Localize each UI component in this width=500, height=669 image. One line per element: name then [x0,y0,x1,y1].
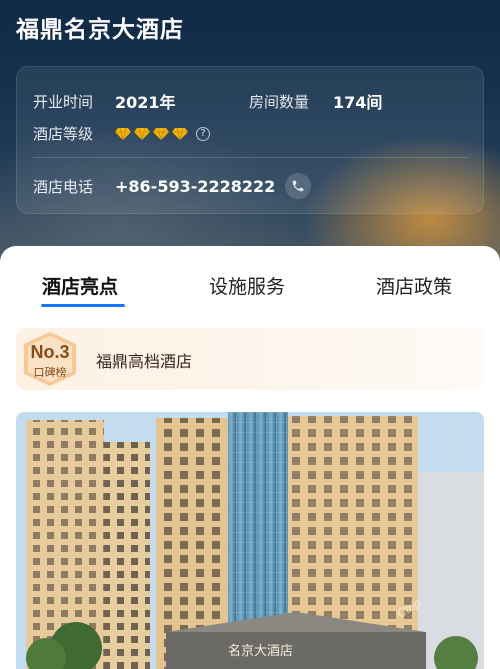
phone-icon[interactable] [285,173,312,199]
phone-label: 酒店电话 [33,177,94,196]
phone-value[interactable]: +86-593-2228222 [115,177,275,196]
tab-facilities[interactable]: 设施服务 [209,272,285,299]
ranking-board-label: 口碑榜 [33,366,67,379]
hotel-detail-panel: 酒店亮点 设施服务 酒店政策 No.3 口碑榜 福鼎高档酒店 名京大酒店 Ctr… [0,246,500,669]
rooms-row: 房间数量 174间 [249,89,382,113]
hotel-name: 福鼎名京大酒店 [16,17,184,43]
ranking-number: No.3 [30,342,70,362]
tab-policies[interactable]: 酒店政策 [376,272,452,299]
hotel-building-illustration: 名京大酒店 Ctrip [16,412,484,669]
rooms-value: 174间 [333,93,383,112]
grade-label: 酒店等级 [33,125,94,143]
ranking-banner[interactable]: No.3 口碑榜 福鼎高档酒店 [16,328,484,390]
hotel-photo[interactable]: 名京大酒店 Ctrip [16,412,484,669]
tab-highlights[interactable]: 酒店亮点 [42,272,118,299]
hotel-info-card: 开业时间 2021年 房间数量 174间 酒店等级 ? 酒店电话 +86-593… [16,66,484,214]
diamond-icon [134,127,150,140]
ranking-text: 福鼎高档酒店 [96,352,193,371]
diamond-icon [172,127,188,140]
ranking-badge: No.3 口碑榜 [16,328,84,390]
opened-row: 开业时间 2021年 [33,89,176,113]
opened-label: 开业时间 [33,92,94,111]
tab-bar: 酒店亮点 设施服务 酒店政策 [0,246,500,316]
diamond-icon [115,127,131,140]
info-divider [33,157,469,158]
diamond-icon [153,127,169,140]
hotel-sign-text: 名京大酒店 [228,643,293,659]
opened-value: 2021年 [115,93,176,112]
rooms-label: 房间数量 [249,92,310,111]
grade-diamonds [115,127,188,140]
phone-row: 酒店电话 +86-593-2228222 [33,173,312,199]
active-tab-indicator [41,304,125,307]
grade-row: 酒店等级 ? [33,123,210,144]
question-icon[interactable]: ? [196,126,210,141]
